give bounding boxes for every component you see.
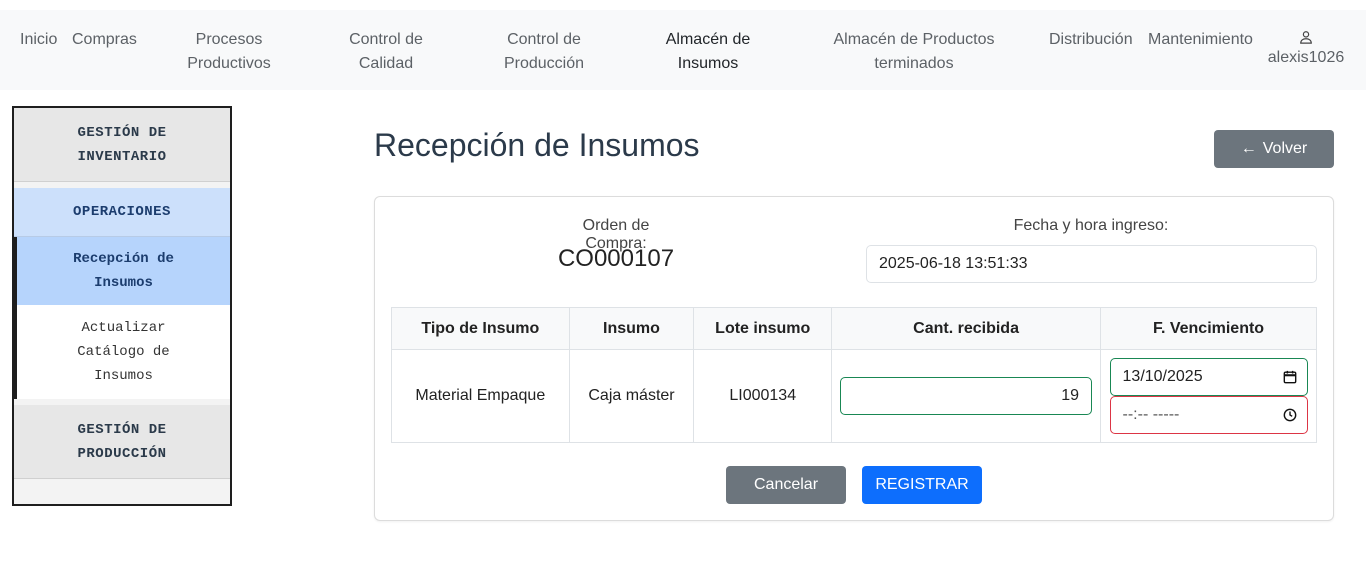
expiry-date-input[interactable]: 13/10/2025 — [1109, 358, 1308, 396]
cancel-button[interactable]: Cancelar — [726, 466, 846, 504]
column-header-cantidad: Cant. recibida — [831, 307, 1102, 350]
column-header-lote: Lote insumo — [693, 307, 833, 350]
clock-icon[interactable] — [1283, 408, 1297, 422]
register-button[interactable]: REGISTRAR — [862, 466, 982, 504]
cell-tipo: Material Empaque — [391, 349, 570, 443]
table-row: Material Empaque Caja máster LI000134 19… — [391, 349, 1317, 443]
top-navbar: Inicio Compras Procesos Productivos Cont… — [0, 10, 1366, 90]
reception-form-card: Orden de Compra: CO000107 Fecha y hora i… — [374, 196, 1334, 521]
nav-item-control-produccion[interactable]: Control de Producción — [492, 28, 596, 76]
sidebar-item-recepcion-insumos[interactable]: Recepción de Insumos — [14, 237, 230, 305]
purchase-order-value: CO000107 — [557, 245, 675, 272]
user-icon — [1264, 30, 1348, 44]
nav-item-compras[interactable]: Compras — [72, 28, 137, 52]
nav-item-almacen-insumos[interactable]: Almacén de Insumos — [656, 28, 760, 76]
sidebar-subsection-operaciones[interactable]: OPERACIONES — [14, 188, 230, 237]
nav-item-procesos-productivos[interactable]: Procesos Productivos — [176, 28, 282, 76]
cell-cantidad: 19 — [831, 349, 1102, 443]
sidebar: GESTIÓN DE INVENTARIO OPERACIONES Recepc… — [12, 106, 232, 506]
user-name: alexis1026 — [1267, 49, 1345, 66]
page-title: Recepción de Insumos — [374, 127, 700, 163]
entry-datetime-label: Fecha y hora ingreso: — [1013, 217, 1169, 234]
nav-item-distribucion[interactable]: Distribución — [1049, 28, 1133, 52]
cell-insumo: Caja máster — [568, 349, 695, 443]
user-menu[interactable]: alexis1026 — [1264, 28, 1348, 70]
calendar-icon[interactable] — [1283, 370, 1297, 384]
cell-vencimiento: 13/10/2025 --:-- ----- — [1100, 349, 1317, 443]
expiry-time-input[interactable]: --:-- ----- — [1109, 396, 1308, 434]
nav-item-inicio[interactable]: Inicio — [20, 28, 57, 52]
nav-item-mantenimiento[interactable]: Mantenimiento — [1148, 28, 1253, 52]
entry-datetime-field[interactable]: 2025-06-18 13:51:33 — [866, 245, 1317, 283]
column-header-tipo: Tipo de Insumo — [391, 307, 570, 350]
sidebar-section-gestion-inventario[interactable]: GESTIÓN DE INVENTARIO — [14, 108, 230, 182]
arrow-left-icon: ← — [1240, 140, 1257, 157]
table-header-row: Tipo de Insumo Insumo Lote insumo Cant. … — [391, 307, 1317, 350]
cell-lote: LI000134 — [693, 349, 833, 443]
back-button-label: Volver — [1262, 140, 1308, 157]
column-header-insumo: Insumo — [568, 307, 695, 350]
nav-item-almacen-productos[interactable]: Almacén de Productos terminados — [830, 28, 998, 76]
sidebar-section-gestion-produccion[interactable]: GESTIÓN DE PRODUCCIÓN — [14, 405, 230, 479]
sidebar-item-actualizar-catalogo[interactable]: Actualizar Catálogo de Insumos — [14, 305, 230, 399]
nav-item-control-calidad[interactable]: Control de Calidad — [335, 28, 437, 76]
column-header-vencimiento: F. Vencimiento — [1100, 307, 1317, 350]
supplies-table: Tipo de Insumo Insumo Lote insumo Cant. … — [391, 307, 1317, 443]
back-button[interactable]: ← Volver — [1214, 130, 1334, 168]
quantity-input[interactable]: 19 — [840, 377, 1093, 415]
